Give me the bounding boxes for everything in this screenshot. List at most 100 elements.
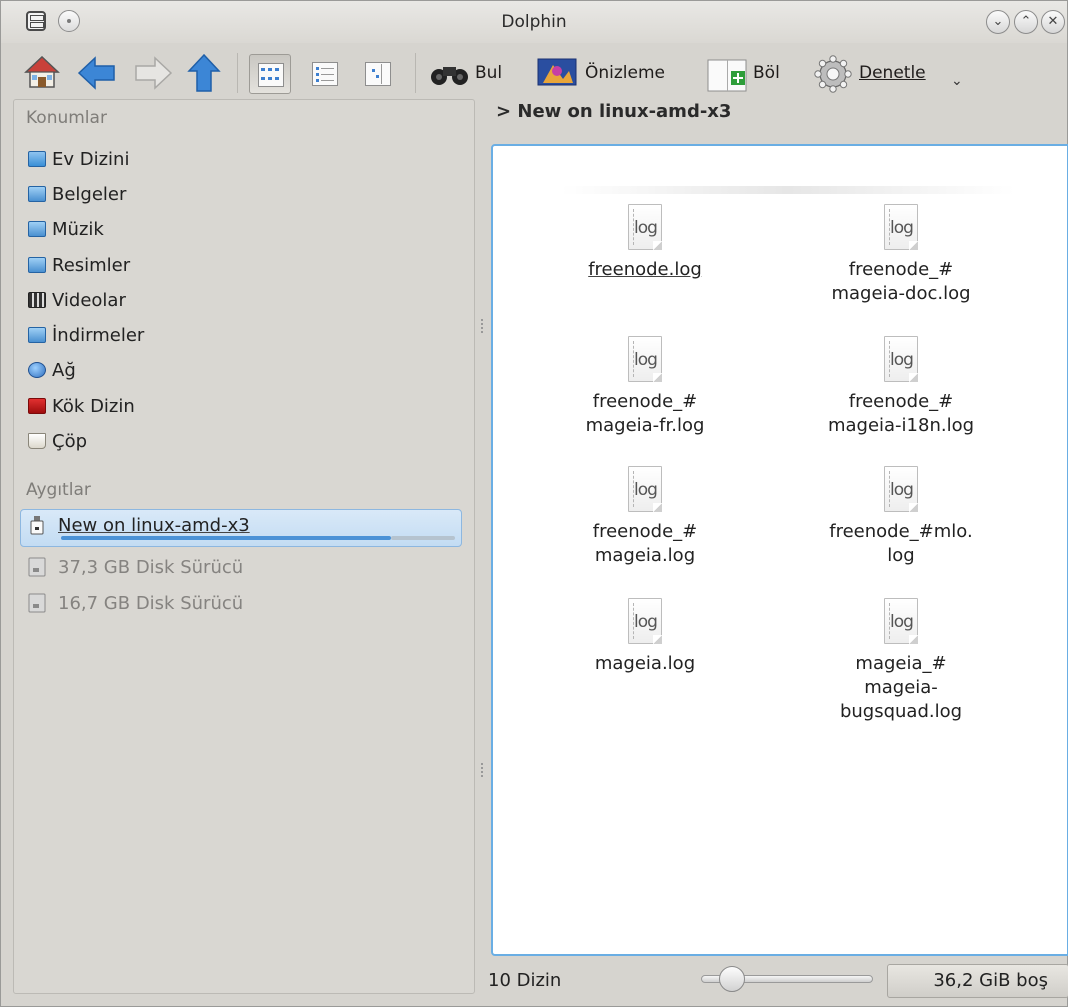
music-folder-icon: [28, 221, 46, 237]
split-button-label[interactable]: Böl: [753, 63, 780, 83]
details-view-icon: [312, 62, 338, 86]
split-view-icon[interactable]: [707, 57, 747, 93]
gear-icon[interactable]: [813, 54, 853, 94]
place-item-trash[interactable]: Çöp: [28, 426, 87, 456]
forward-arrow-icon[interactable]: [133, 56, 173, 90]
place-label: Resimler: [52, 254, 131, 276]
documents-folder-icon: [28, 186, 46, 202]
file-view[interactable]: log freenode.log log freenode_# mageia-d…: [491, 144, 1068, 956]
file-item[interactable]: log freenode_# mageia-fr.log: [545, 336, 745, 438]
view-header-shadow: [561, 186, 1015, 194]
close-button[interactable]: ✕: [1041, 10, 1065, 34]
device-label: 16,7 GB Disk Sürücü: [58, 592, 244, 614]
window-title: Dolphin: [501, 12, 567, 32]
place-item-network[interactable]: Ağ: [28, 355, 76, 385]
minimize-button[interactable]: ⌄: [986, 10, 1010, 34]
device-item-disk-2[interactable]: 16,7 GB Disk Sürücü: [28, 588, 243, 618]
usb-drive-icon: [30, 516, 44, 535]
place-item-pictures[interactable]: Resimler: [28, 250, 130, 280]
devices-section-header: Aygıtlar: [26, 480, 91, 500]
place-item-home[interactable]: Ev Dizini: [28, 144, 129, 174]
log-file-icon: log: [881, 466, 921, 514]
place-label: Kök Dizin: [52, 395, 135, 417]
home-folder-icon: [28, 151, 46, 167]
network-globe-icon: [28, 362, 46, 378]
splitter-handle[interactable]: [481, 319, 485, 333]
place-label: Ev Dizini: [52, 148, 130, 170]
icons-view-icon: [258, 63, 284, 87]
file-item[interactable]: log freenode_# mageia.log: [545, 466, 745, 568]
file-name: mageia.log: [594, 653, 696, 674]
file-item[interactable]: log mageia_# mageia- bugsquad.log: [801, 598, 1001, 724]
free-space-indicator[interactable]: 36,2 GiB boş: [887, 964, 1068, 998]
dolphin-window: Dolphin ⌄ ⌃ ✕ Bul Önizleme Böl Denetle ⌄…: [0, 0, 1068, 1007]
downloads-folder-icon: [28, 327, 46, 343]
icons-view-button[interactable]: [249, 54, 291, 94]
back-arrow-icon[interactable]: [77, 56, 117, 90]
hard-disk-icon: [28, 557, 46, 577]
breadcrumb[interactable]: > New on linux-amd-x3: [496, 101, 731, 122]
file-name: freenode_# mageia-doc.log: [831, 259, 971, 304]
file-item[interactable]: log freenode.log: [545, 204, 745, 282]
log-file-icon: log: [625, 336, 665, 384]
log-file-icon: log: [881, 204, 921, 252]
preview-icon[interactable]: [537, 57, 577, 89]
log-file-icon: log: [625, 204, 665, 252]
place-label: Ağ: [52, 359, 76, 381]
place-item-downloads[interactable]: İndirmeler: [28, 320, 144, 350]
file-name: freenode_# mageia-fr.log: [585, 391, 705, 436]
device-label: New on linux-amd-x3: [58, 514, 250, 536]
splitter-handle[interactable]: [481, 763, 485, 777]
details-view-button[interactable]: [304, 54, 346, 94]
device-item-disk-1[interactable]: 37,3 GB Disk Sürücü: [28, 552, 243, 582]
toolbar-separator: [237, 53, 238, 93]
log-file-icon: log: [625, 466, 665, 514]
place-item-videos[interactable]: Videolar: [28, 285, 126, 315]
preview-button-label[interactable]: Önizleme: [585, 63, 665, 83]
control-button-label[interactable]: Denetle: [859, 63, 926, 83]
find-button-label[interactable]: Bul: [475, 63, 502, 83]
breadcrumb-current[interactable]: New on linux-amd-x3: [517, 101, 731, 122]
device-item-usb[interactable]: New on linux-amd-x3: [28, 510, 250, 540]
toolbar-overflow-chevron-icon[interactable]: ⌄: [951, 73, 963, 89]
device-label: 37,3 GB Disk Sürücü: [58, 556, 244, 578]
device-usage-bar-free: [391, 536, 455, 540]
place-item-documents[interactable]: Belgeler: [28, 179, 126, 209]
log-file-icon: log: [881, 598, 921, 646]
file-item[interactable]: log freenode_# mageia-i18n.log: [801, 336, 1001, 438]
log-file-icon: log: [881, 336, 921, 384]
place-label: Çöp: [52, 430, 88, 452]
root-folder-icon: [28, 398, 46, 414]
place-label: Belgeler: [52, 183, 127, 205]
file-item[interactable]: log mageia.log: [545, 598, 745, 676]
file-item[interactable]: log freenode_# mageia-doc.log: [801, 204, 1001, 306]
place-label: Müzik: [52, 218, 104, 240]
place-item-music[interactable]: Müzik: [28, 214, 104, 244]
file-name: mageia_# mageia- bugsquad.log: [839, 653, 963, 722]
place-label: Videolar: [52, 289, 126, 311]
file-name: freenode.log: [588, 259, 702, 280]
title-bar[interactable]: Dolphin ⌄ ⌃ ✕: [1, 1, 1067, 43]
pictures-folder-icon: [28, 257, 46, 273]
trash-icon: [28, 433, 46, 449]
place-label: İndirmeler: [52, 324, 145, 346]
places-panel: Konumlar Ev Dizini Belgeler Müzik Resiml…: [13, 99, 475, 994]
binoculars-icon[interactable]: [429, 59, 471, 89]
up-arrow-icon[interactable]: [187, 53, 221, 93]
file-item[interactable]: log freenode_#mlo. log: [801, 466, 1001, 568]
columns-view-button[interactable]: [357, 54, 399, 94]
file-name: freenode_#mlo. log: [829, 521, 973, 566]
hard-disk-icon: [28, 593, 46, 613]
places-section-header: Konumlar: [26, 108, 107, 128]
toolbar-separator: [415, 53, 416, 93]
zoom-slider-handle[interactable]: [719, 966, 745, 992]
log-file-icon: log: [625, 598, 665, 646]
home-icon[interactable]: [23, 53, 61, 91]
breadcrumb-separator: >: [496, 101, 512, 122]
file-name: freenode_# mageia-i18n.log: [827, 391, 975, 436]
maximize-button[interactable]: ⌃: [1014, 10, 1038, 34]
status-item-count: 10 Dizin: [488, 970, 562, 991]
columns-view-icon: [365, 62, 391, 86]
place-item-root[interactable]: Kök Dizin: [28, 391, 135, 421]
file-name: freenode_# mageia.log: [592, 521, 698, 566]
